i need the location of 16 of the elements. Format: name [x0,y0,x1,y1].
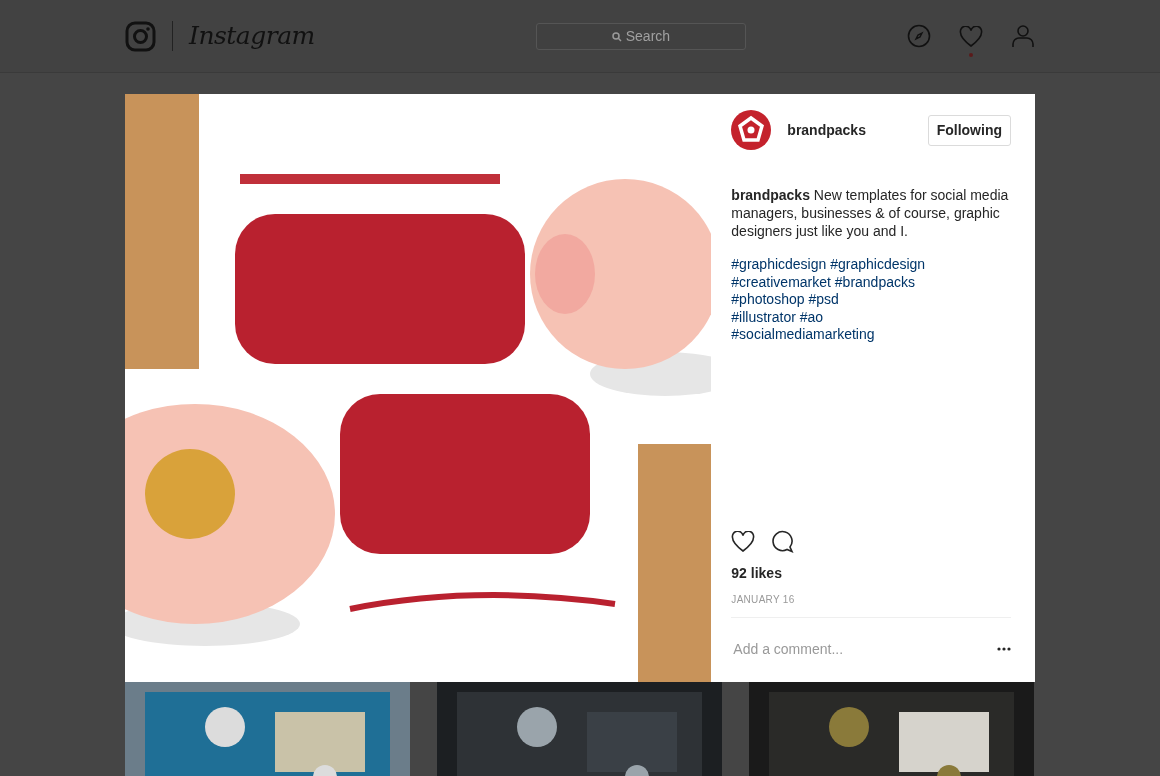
caption-text: brandpacks New templates for social media managers, businesses & of course, graphic designers just like you and I. [731,186,1010,240]
hashtag-links[interactable]: #photoshop #psd [731,291,1011,309]
more-icon[interactable] [997,647,1011,651]
hashtag-links[interactable]: #socialmediamarketing [731,326,1011,344]
following-button[interactable]: Following [927,114,1011,146]
username-link[interactable]: brandpacks [787,119,866,141]
search-icon [611,31,622,42]
heart-icon[interactable] [731,530,756,553]
hashtag-links[interactable]: #creativemarket #brandpacks [731,273,1011,291]
comment-icon[interactable] [771,530,795,553]
hashtag-links[interactable]: #illustrator #ao [731,308,1011,326]
likes-count[interactable]: 92 likes [731,563,1011,584]
post-date: JANUARY 16 [731,593,796,607]
avatar-icon[interactable] [731,110,772,150]
search-field[interactable]: Search [535,22,746,50]
hashtag-links[interactable]: #graphicdesign #graphicdesign [731,256,1011,274]
